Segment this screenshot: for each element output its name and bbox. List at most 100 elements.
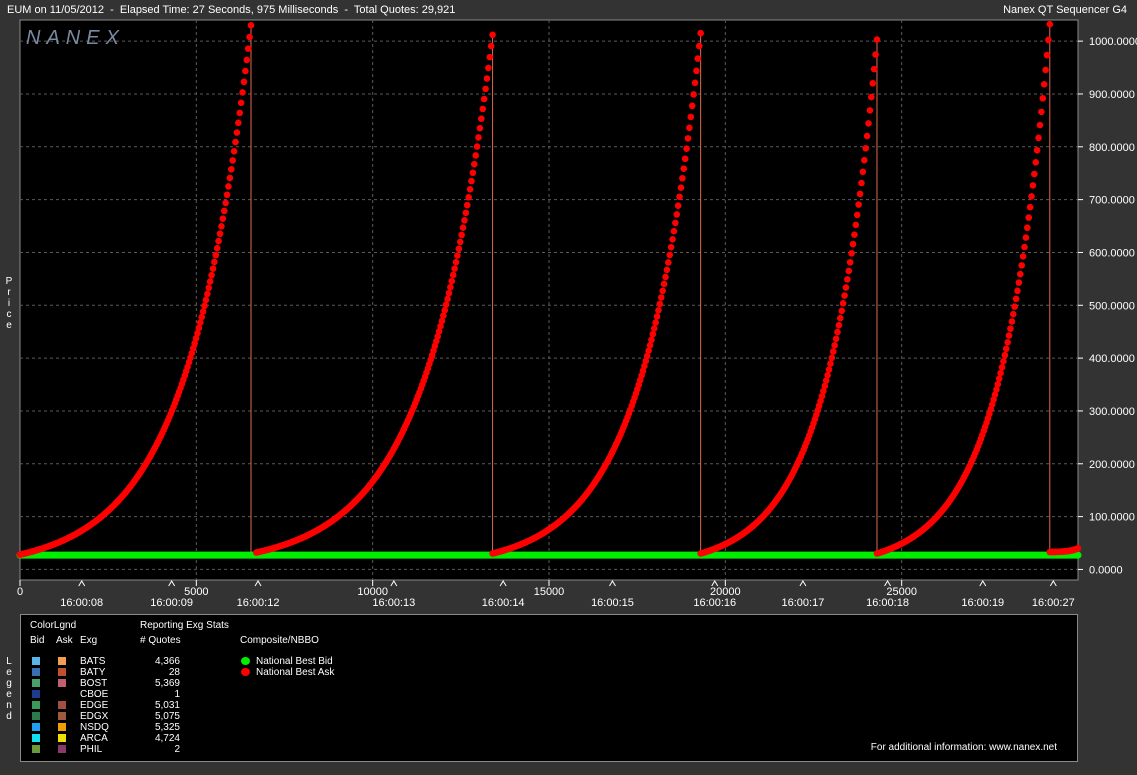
ask-point (215, 237, 222, 245)
ask-point (1009, 310, 1017, 318)
time-label: 16:00:27 (1032, 597, 1075, 609)
time-label: 16:00:09 (150, 597, 193, 609)
ask-point (824, 371, 831, 379)
ask-point (489, 31, 496, 39)
ask-point (1035, 134, 1042, 142)
y-tick-label: 700.0000 (1089, 195, 1135, 207)
ask-point (669, 235, 676, 243)
time-marker (799, 580, 807, 587)
ask-point (1024, 224, 1031, 232)
ask-point (206, 278, 214, 285)
ask-point (209, 265, 217, 272)
ask-point (226, 174, 234, 182)
ask-point (660, 280, 668, 288)
ask-point (463, 201, 471, 209)
time-marker (609, 580, 616, 587)
ask-point (998, 363, 1006, 371)
ask-point (666, 251, 674, 259)
ask-point (839, 299, 847, 307)
ask-point (691, 79, 699, 87)
ask-point (870, 65, 878, 73)
ask-point (1042, 66, 1049, 74)
x-axis-ticks: 0 5000 10000 15000 20000 2500016:00:08 16:00:0… (17, 580, 1075, 609)
ask-point (212, 251, 220, 259)
ask-point (834, 328, 841, 336)
ask-point (1000, 357, 1007, 365)
ask-point (856, 190, 864, 198)
ask-point (853, 211, 861, 219)
time-label: 16:00:15 (591, 597, 634, 609)
y-tick-label: 0.0000 (1089, 564, 1123, 576)
ask-point (1007, 325, 1014, 332)
ask-point (655, 307, 662, 314)
quotes-column-header: # Quotes (140, 635, 181, 646)
ask-point (462, 209, 470, 217)
ask-point (485, 64, 492, 72)
ask-point (461, 217, 468, 224)
exchange-quote-count: 4,366 (154, 656, 180, 667)
ask-point (690, 91, 697, 98)
ask-point (828, 354, 836, 362)
time-marker (390, 580, 398, 587)
ask-point (846, 258, 854, 266)
ask-point (695, 42, 703, 50)
ask-color-swatch (58, 657, 66, 665)
ask-point (869, 79, 877, 87)
ask-point (1038, 108, 1045, 116)
ask-point (1046, 20, 1054, 28)
ask-point (465, 194, 472, 201)
y-tick-label: 400.0000 (1089, 353, 1135, 365)
ask-point (866, 107, 874, 114)
ask-point (243, 56, 251, 64)
exchange-name: BOST (80, 678, 108, 689)
ask-point (670, 227, 678, 235)
y-tick-label: 200.0000 (1089, 459, 1135, 471)
composite-marker (241, 668, 250, 676)
y-tick-label: 600.0000 (1089, 247, 1135, 259)
ask-point (873, 36, 881, 43)
ask-point (451, 265, 458, 272)
ask-point (483, 75, 491, 82)
ask-point (1005, 332, 1013, 339)
ask-point (688, 102, 696, 110)
ask-point (687, 113, 695, 121)
y-tick-label: 900.0000 (1089, 89, 1135, 101)
ask-point (1016, 270, 1024, 278)
exchange-name: CBOE (80, 689, 109, 700)
ask-point (230, 148, 238, 155)
ask-point (838, 307, 846, 315)
ask-point (199, 308, 207, 315)
ask-point (1032, 159, 1040, 166)
ask-point (663, 266, 671, 274)
ask-point (482, 85, 489, 93)
bid-column-header: Bid (30, 635, 45, 646)
time-label: 16:00:19 (961, 597, 1004, 609)
exchange-quote-count: 5,325 (154, 722, 180, 733)
ask-point (242, 67, 249, 75)
ask-point (1019, 253, 1027, 260)
ask-point (480, 95, 488, 103)
ask-point (239, 89, 246, 96)
nanex-logo: NANEX (26, 27, 125, 49)
ask-point (473, 143, 481, 150)
exchange-quote-count: 28 (168, 667, 180, 678)
ask-point (456, 238, 464, 246)
exchange-quote-count: 5,075 (154, 711, 180, 722)
ask-point (454, 252, 461, 259)
ask-point (202, 296, 210, 304)
ask-point (444, 295, 451, 303)
ask-point (225, 183, 232, 190)
ask-point (455, 245, 463, 253)
y-tick-label: 100.0000 (1089, 512, 1135, 524)
ask-point (672, 219, 679, 227)
bid-color-swatch (32, 734, 40, 742)
ask-point (837, 314, 844, 322)
ask-point (831, 341, 838, 349)
ask-point (459, 224, 467, 231)
legend-vertical-title: L e g e n d (6, 656, 12, 722)
ask-point (656, 300, 664, 308)
y-axis-title: P r i c e (5, 276, 13, 331)
ask-point (848, 250, 855, 257)
ask-point (476, 124, 484, 132)
time-label: 16:00:14 (482, 597, 525, 609)
